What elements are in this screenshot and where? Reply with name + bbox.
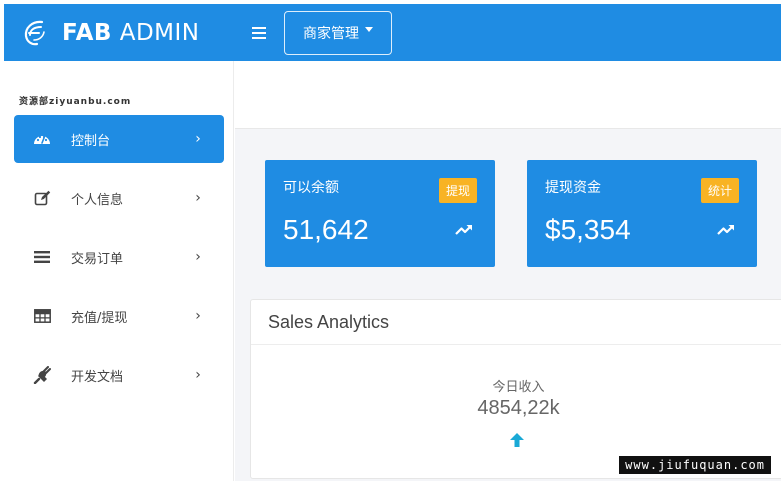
brand-name: FAB ADMIN bbox=[62, 20, 200, 46]
withdrawn-card: 提现资金 统计 $5,354 bbox=[527, 160, 757, 267]
sidebar-item-label: 充值/提现 bbox=[71, 310, 128, 326]
sidebar-item-label: 个人信息 bbox=[71, 192, 124, 208]
balance-card: 可以余额 提现 51,642 bbox=[265, 160, 495, 267]
merchant-menu-label: 商家管理 bbox=[303, 25, 359, 42]
trending-up-icon bbox=[455, 225, 472, 235]
chevron-right-icon: › bbox=[195, 131, 201, 147]
sidebar-item-label: 控制台 bbox=[71, 133, 111, 149]
sidebar-item-docs[interactable]: 开发文档 › bbox=[14, 351, 224, 399]
caret-down-icon bbox=[365, 27, 373, 32]
chevron-right-icon: › bbox=[195, 308, 201, 324]
table-icon bbox=[33, 307, 51, 325]
chevron-right-icon: › bbox=[195, 249, 201, 265]
card-title: 可以余额 bbox=[283, 180, 339, 196]
main-content: 可以余额 提现 51,642 提现资金 统计 $5,354 Sales Anal… bbox=[235, 61, 781, 481]
card-title: 提现资金 bbox=[545, 180, 601, 196]
sidebar-nav: 控制台 › 个人信息 › 交易订单 › 充值/提现 › 开发文档 › bbox=[14, 115, 224, 410]
sales-analytics-panel: Sales Analytics 今日收入 4854,22k bbox=[250, 299, 781, 479]
sidebar-item-label: 交易订单 bbox=[71, 251, 124, 267]
dashboard-icon bbox=[33, 130, 51, 148]
sidebar-item-label: 开发文档 bbox=[71, 369, 124, 385]
site-tag: 资源部ziyuanbu.com bbox=[19, 97, 132, 107]
sidebar-item-profile[interactable]: 个人信息 › bbox=[14, 174, 224, 222]
withdraw-badge[interactable]: 提现 bbox=[438, 178, 477, 203]
edit-icon bbox=[33, 189, 51, 207]
brand-logo-icon bbox=[24, 20, 45, 45]
sidebar-item-orders[interactable]: 交易订单 › bbox=[14, 233, 224, 281]
merchant-menu-button[interactable]: 商家管理 bbox=[284, 10, 392, 55]
page-subheader bbox=[235, 61, 781, 129]
sidebar-item-recharge[interactable]: 充值/提现 › bbox=[14, 292, 224, 340]
today-income-label: 今日收入 bbox=[492, 380, 545, 395]
top-navbar: FAB ADMIN 商家管理 bbox=[4, 4, 781, 61]
menu-toggle-icon[interactable] bbox=[252, 26, 266, 40]
arrow-up-icon bbox=[510, 433, 524, 447]
trending-up-icon bbox=[717, 225, 734, 235]
card-value: 51,642 bbox=[283, 214, 369, 245]
brand-name-bold: FAB bbox=[62, 19, 112, 46]
site-watermark: www.jiufuquan.com bbox=[619, 456, 771, 474]
chevron-right-icon: › bbox=[195, 367, 201, 383]
sidebar: 资源部ziyuanbu.com 控制台 › 个人信息 › 交易订单 › 充值/提… bbox=[4, 61, 234, 481]
panel-title: Sales Analytics bbox=[251, 300, 781, 345]
card-value: $5,354 bbox=[545, 214, 631, 245]
brand[interactable]: FAB ADMIN bbox=[4, 4, 234, 61]
stats-badge[interactable]: 统计 bbox=[700, 178, 739, 203]
sidebar-item-dashboard[interactable]: 控制台 › bbox=[14, 115, 224, 163]
list-icon bbox=[33, 248, 51, 266]
chevron-right-icon: › bbox=[195, 190, 201, 206]
brand-name-light: ADMIN bbox=[119, 19, 200, 46]
today-income-value: 4854,22k bbox=[477, 397, 560, 419]
plug-icon bbox=[33, 366, 51, 384]
